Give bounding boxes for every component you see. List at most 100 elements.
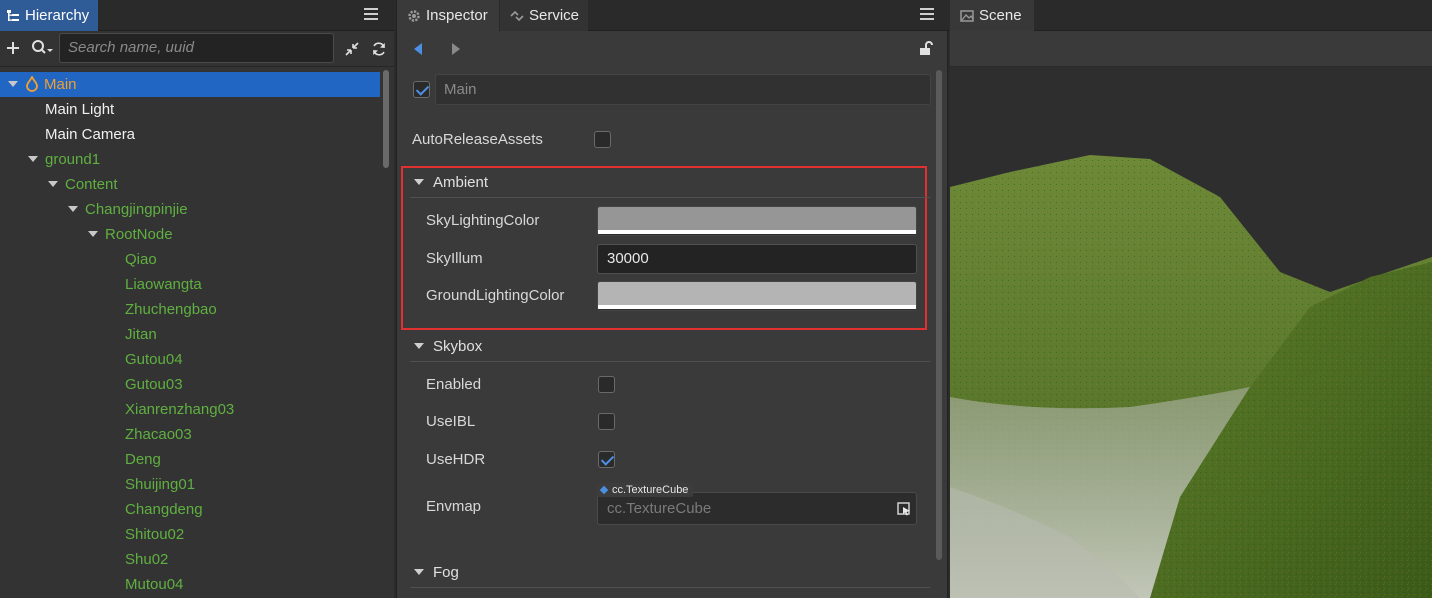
skybox-section-header[interactable]: Skybox <box>414 331 482 361</box>
scene-viewport[interactable] <box>950 67 1432 598</box>
inspector-scrollbar[interactable] <box>936 70 942 560</box>
tab-scene[interactable]: Scene <box>950 0 1034 31</box>
auto-release-label: AutoReleaseAssets <box>412 131 543 148</box>
search-type-button[interactable] <box>31 39 55 57</box>
asset-type-icon <box>599 485 609 495</box>
tree-node-label: Mutou04 <box>125 576 184 593</box>
tree-node-label: Main Light <box>45 101 115 118</box>
tree-node[interactable]: Shitou02 <box>0 522 380 547</box>
search-input[interactable]: Search name, uuid <box>59 33 334 63</box>
asset-picker-icon <box>897 502 910 516</box>
tree-node-label: Gutou03 <box>125 376 183 393</box>
collapse-all-button[interactable] <box>343 40 361 58</box>
tree-node[interactable]: Changdeng <box>0 497 380 522</box>
tree-node-label: Shu02 <box>125 551 169 568</box>
tab-scene-label: Scene <box>979 7 1022 24</box>
tree-node-label: Changdeng <box>125 501 203 518</box>
envmap-type-badge: cc.TextureCube <box>597 483 694 497</box>
scene-root-icon <box>26 76 38 92</box>
ground-lighting-color-field[interactable] <box>597 281 917 311</box>
ground-lighting-alpha-bar <box>598 305 916 309</box>
use-hdr-label: UseHDR <box>426 451 486 468</box>
skybox-enabled-checkbox[interactable] <box>598 376 615 393</box>
tree-node[interactable]: Qiao <box>0 247 380 272</box>
inspector-menu-icon[interactable] <box>920 7 934 21</box>
sky-lighting-color-swatch <box>598 207 916 230</box>
sky-illum-input[interactable]: 30000 <box>597 244 917 274</box>
tree-node-label: Content <box>65 176 118 193</box>
tree-node-label: Zhacao03 <box>125 426 192 443</box>
tree-node[interactable]: Main <box>0 72 380 97</box>
caret-down-icon[interactable] <box>28 156 38 162</box>
inspector-panel: Inspector Service Main AutoReleaseAssets… <box>396 0 949 598</box>
tree-node-label: Shitou02 <box>125 526 185 543</box>
tree-node[interactable]: Mutou04 <box>0 572 380 597</box>
fog-section-header[interactable]: Fog <box>414 557 459 587</box>
tree-node[interactable]: Shu02 <box>0 547 380 572</box>
tree-node[interactable]: Content <box>0 172 380 197</box>
tree-node-label: Jitan <box>125 326 157 343</box>
unlock-icon <box>920 41 933 55</box>
plus-icon <box>7 42 19 54</box>
tree-node[interactable]: Main Light <box>0 97 380 122</box>
caret-down-icon[interactable] <box>48 181 58 187</box>
tree-node[interactable]: Zhuchengbao <box>0 297 380 322</box>
arrow-right-icon <box>452 43 460 55</box>
ambient-title: Ambient <box>433 173 489 191</box>
tree-node-label: Deng <box>125 451 161 468</box>
auto-release-checkbox[interactable] <box>594 131 611 148</box>
refresh-button[interactable] <box>370 40 388 58</box>
scene-tabbar: Scene <box>950 0 1432 31</box>
add-node-button[interactable] <box>4 39 22 57</box>
ambient-section-header[interactable]: Ambient <box>414 167 488 197</box>
tree-node-label: Main <box>44 76 77 93</box>
ground-lighting-color-swatch <box>598 282 916 305</box>
tree-node-label: Qiao <box>125 251 157 268</box>
hierarchy-menu-icon[interactable] <box>364 7 378 21</box>
use-hdr-checkbox[interactable] <box>598 451 615 468</box>
use-ibl-checkbox[interactable] <box>598 413 615 430</box>
tree-node-label: Liaowangta <box>125 276 202 293</box>
tab-service[interactable]: Service <box>500 0 588 31</box>
tree-node[interactable]: Gutou04 <box>0 347 380 372</box>
tree-node[interactable]: RootNode <box>0 222 380 247</box>
tree-node[interactable]: Changjingpinjie <box>0 197 380 222</box>
envmap-type-label: cc.TextureCube <box>612 484 689 496</box>
tree-node-label: RootNode <box>105 226 173 243</box>
fog-divider <box>410 587 930 588</box>
link-icon <box>510 9 524 23</box>
caret-down-icon <box>414 343 424 349</box>
caret-down-icon[interactable] <box>68 206 78 212</box>
refresh-icon <box>373 42 385 56</box>
sky-lighting-color-field[interactable] <box>597 206 917 236</box>
tree-node[interactable]: Jitan <box>0 322 380 347</box>
forward-button[interactable] <box>449 41 463 57</box>
node-name-input[interactable]: Main <box>435 74 931 105</box>
tab-inspector-label: Inspector <box>426 7 488 24</box>
tree-node[interactable]: Shuijing01 <box>0 472 380 497</box>
caret-down-icon[interactable] <box>8 81 18 87</box>
tree-node[interactable]: Liaowangta <box>0 272 380 297</box>
lock-button[interactable] <box>917 39 935 57</box>
hierarchy-panel: Hierarchy Search name, uuid Main Main Lig… <box>0 0 394 598</box>
tree-node[interactable]: ground1 <box>0 147 380 172</box>
ground-lighting-color-label: GroundLightingColor <box>426 287 565 304</box>
tree-node-label: Shuijing01 <box>125 476 196 493</box>
tree-node[interactable]: Deng <box>0 447 380 472</box>
tree-node[interactable]: Zhacao03 <box>0 422 380 447</box>
envmap-select-button[interactable] <box>896 501 912 517</box>
scene-icon <box>960 9 974 23</box>
inspector-tabbar: Inspector Service <box>397 0 949 31</box>
tree-node-label: Xianrenzhang03 <box>125 401 235 418</box>
tree-node[interactable]: Main Camera <box>0 122 380 147</box>
tab-inspector[interactable]: Inspector <box>397 0 499 31</box>
node-active-checkbox[interactable] <box>413 81 430 98</box>
hierarchy-scrollbar[interactable] <box>383 70 389 168</box>
tree-node[interactable]: Xianrenzhang03 <box>0 397 380 422</box>
caret-down-icon[interactable] <box>88 231 98 237</box>
skybox-enabled-label: Enabled <box>426 376 482 393</box>
back-button[interactable] <box>411 41 425 57</box>
tree-node[interactable]: Gutou03 <box>0 372 380 397</box>
tab-hierarchy[interactable]: Hierarchy <box>0 0 98 31</box>
envmap-label: Envmap <box>426 498 482 515</box>
